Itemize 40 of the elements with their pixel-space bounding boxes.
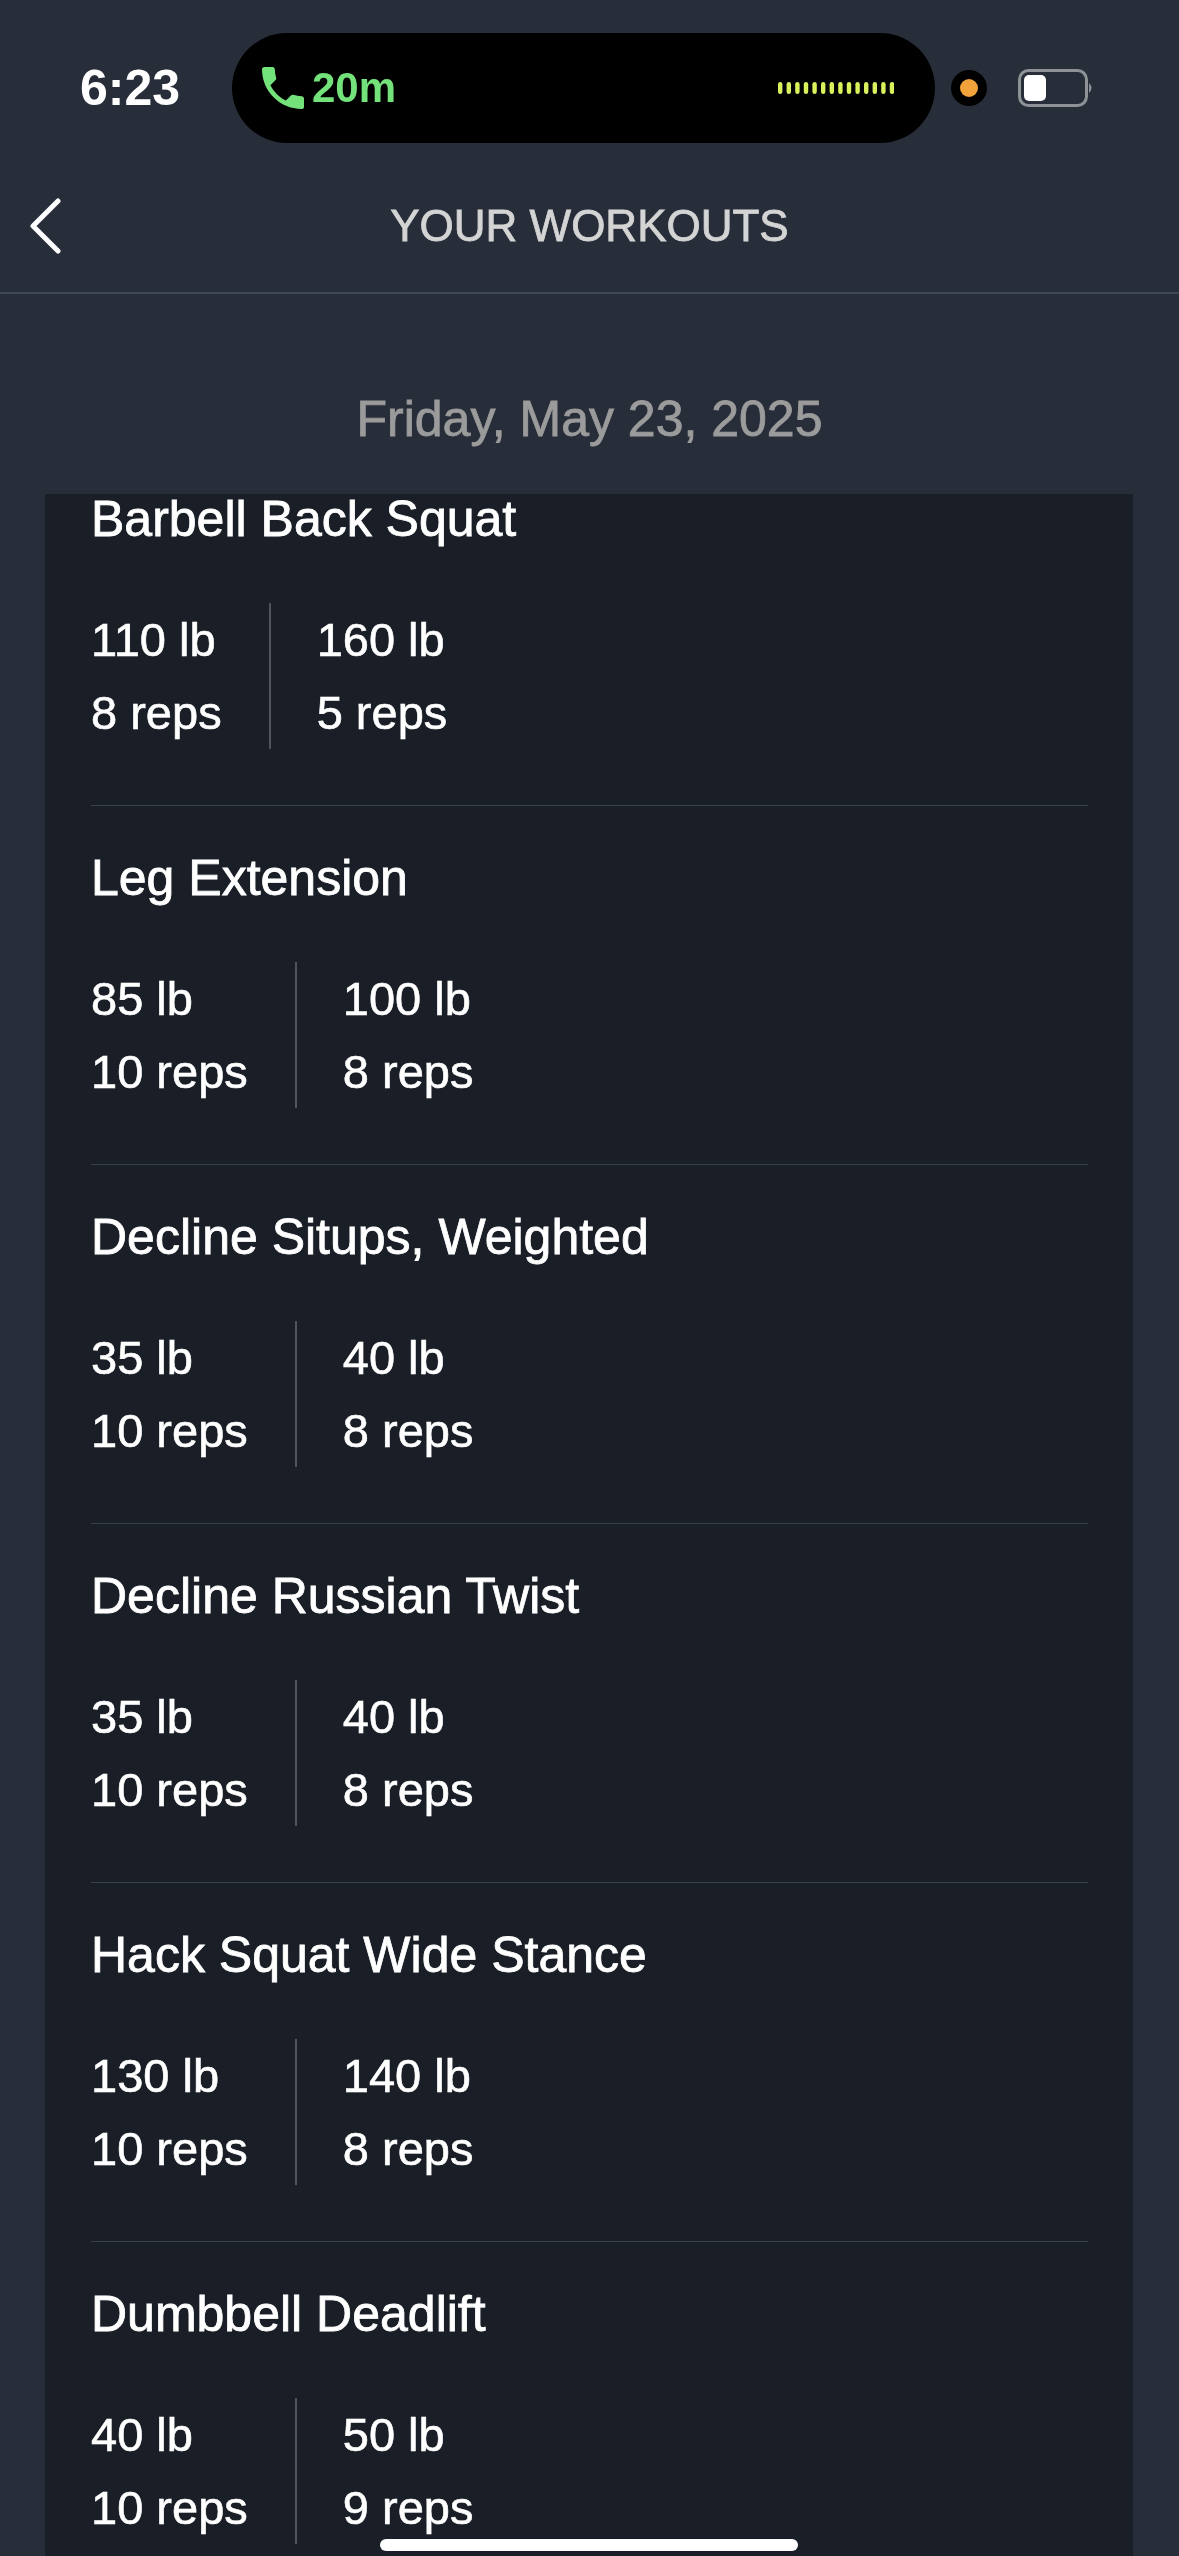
phone-icon [262,67,304,109]
status-dot-icon [951,70,987,106]
exercise-name: Hack Squat Wide Stance [91,1930,647,1980]
set-reps: 10 reps [91,1044,248,1100]
battery-icon [1018,69,1094,107]
set-reps: 9 reps [342,2480,474,2536]
waveform-icon [778,82,894,94]
set-reps: 10 reps [91,1762,248,1818]
set-reps: 10 reps [91,2121,248,2177]
set-weight: 100 lb [342,971,471,1027]
set-weight: 40 lb [342,1330,445,1386]
set-weight: 85 lb [91,971,193,1027]
exercise-name: Dumbbell Deadlift [91,2289,486,2339]
set-weight: 130 lb [91,2048,220,2104]
set-weight: 110 lb [91,612,216,668]
back-button[interactable] [28,198,62,254]
set-reps: 8 reps [342,2121,474,2177]
set-weight: 35 lb [91,1330,193,1386]
set-weight: 50 lb [342,2407,445,2463]
set-reps: 5 reps [316,685,448,741]
exercise-name: Decline Situps, Weighted [91,1212,649,1262]
set-reps: 8 reps [91,685,222,741]
exercise-name: Leg Extension [91,853,408,903]
set-reps: 10 reps [91,1403,248,1459]
set-weight: 40 lb [91,2407,193,2463]
set-weight: 35 lb [91,1689,193,1745]
set-reps: 10 reps [91,2480,248,2536]
set-weight: 40 lb [342,1689,445,1745]
exercise-name: Decline Russian Twist [91,1571,580,1621]
set-weight: 160 lb [316,612,445,668]
set-weight: 140 lb [342,2048,471,2104]
screen-title: YOUR WORKOUTS [390,200,789,252]
exercise-name: Barbell Back Squat [91,494,517,544]
call-duration: 20m [312,64,397,112]
set-reps: 8 reps [342,1403,474,1459]
set-reps: 8 reps [342,1044,474,1100]
status-time: 6:23 [80,60,182,116]
set-reps: 8 reps [342,1762,474,1818]
date-heading: Friday, May 23, 2025 [356,390,823,449]
chevron-left-icon [28,198,62,254]
